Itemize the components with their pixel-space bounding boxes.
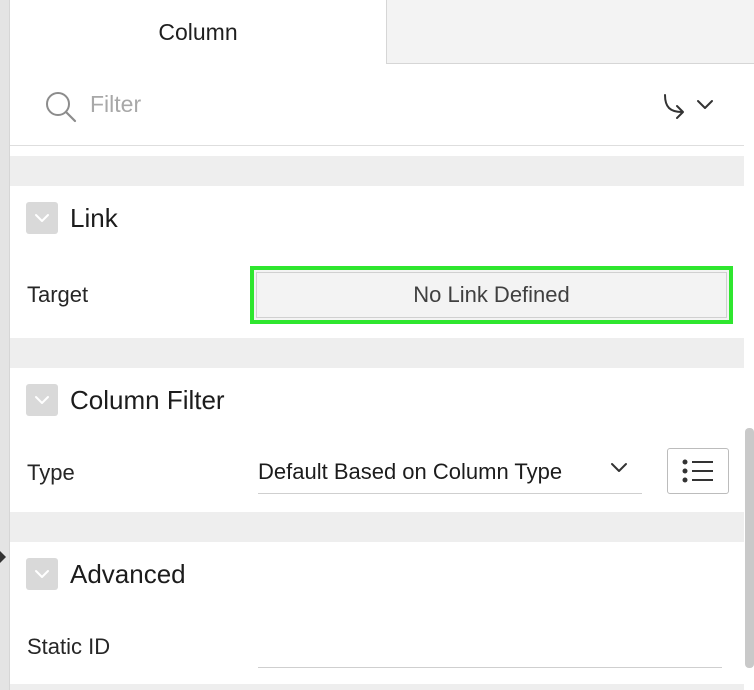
type-label: Type <box>27 460 75 485</box>
tab-bar: Column <box>10 0 754 64</box>
goto-group-icon <box>664 94 684 119</box>
link-target-button[interactable]: No Link Defined <box>250 266 733 324</box>
scrollbar-thumb[interactable] <box>745 428 754 668</box>
tab-column-label: Column <box>158 18 238 45</box>
filter-input[interactable] <box>90 86 510 122</box>
static-id-label: Static ID <box>27 634 111 659</box>
property-editor-panel: Column Link Target <box>10 0 754 690</box>
expand-arrow-icon[interactable] <box>0 551 6 563</box>
chevron-down-icon <box>35 570 49 578</box>
section-advanced-title: Advanced <box>70 558 186 589</box>
section-column-filter-title: Column Filter <box>70 384 225 415</box>
tab-bar-empty <box>387 0 754 64</box>
filter-bar <box>10 64 744 146</box>
list-of-values-button[interactable] <box>667 448 729 494</box>
section-link-title: Link <box>70 202 118 233</box>
section-separator <box>10 684 744 690</box>
filter-type-select[interactable]: Default Based on Column Type <box>258 450 642 494</box>
left-rail <box>0 0 10 690</box>
collapse-toggle[interactable] <box>26 384 58 416</box>
section-advanced-header[interactable]: Advanced <box>10 542 744 606</box>
goto-group-button[interactable] <box>660 88 730 122</box>
section-link-header[interactable]: Link <box>10 186 744 250</box>
chevron-down-icon <box>697 100 713 109</box>
section-separator <box>10 156 744 186</box>
list-icon <box>682 459 713 483</box>
tab-column[interactable]: Column <box>10 0 387 64</box>
search-icon <box>46 92 77 123</box>
link-target-inner-border <box>256 272 727 318</box>
chevron-down-icon <box>35 214 49 222</box>
section-separator <box>10 512 744 542</box>
section-column-filter-header[interactable]: Column Filter <box>10 368 744 432</box>
collapse-toggle[interactable] <box>26 558 58 590</box>
section-separator <box>10 338 744 368</box>
static-id-input[interactable] <box>258 622 722 668</box>
target-label: Target <box>27 282 89 307</box>
filter-type-value: Default Based on Column Type <box>258 458 563 484</box>
chevron-down-icon <box>35 396 49 404</box>
collapse-toggle[interactable] <box>26 202 58 234</box>
chevron-down-icon <box>611 463 627 472</box>
